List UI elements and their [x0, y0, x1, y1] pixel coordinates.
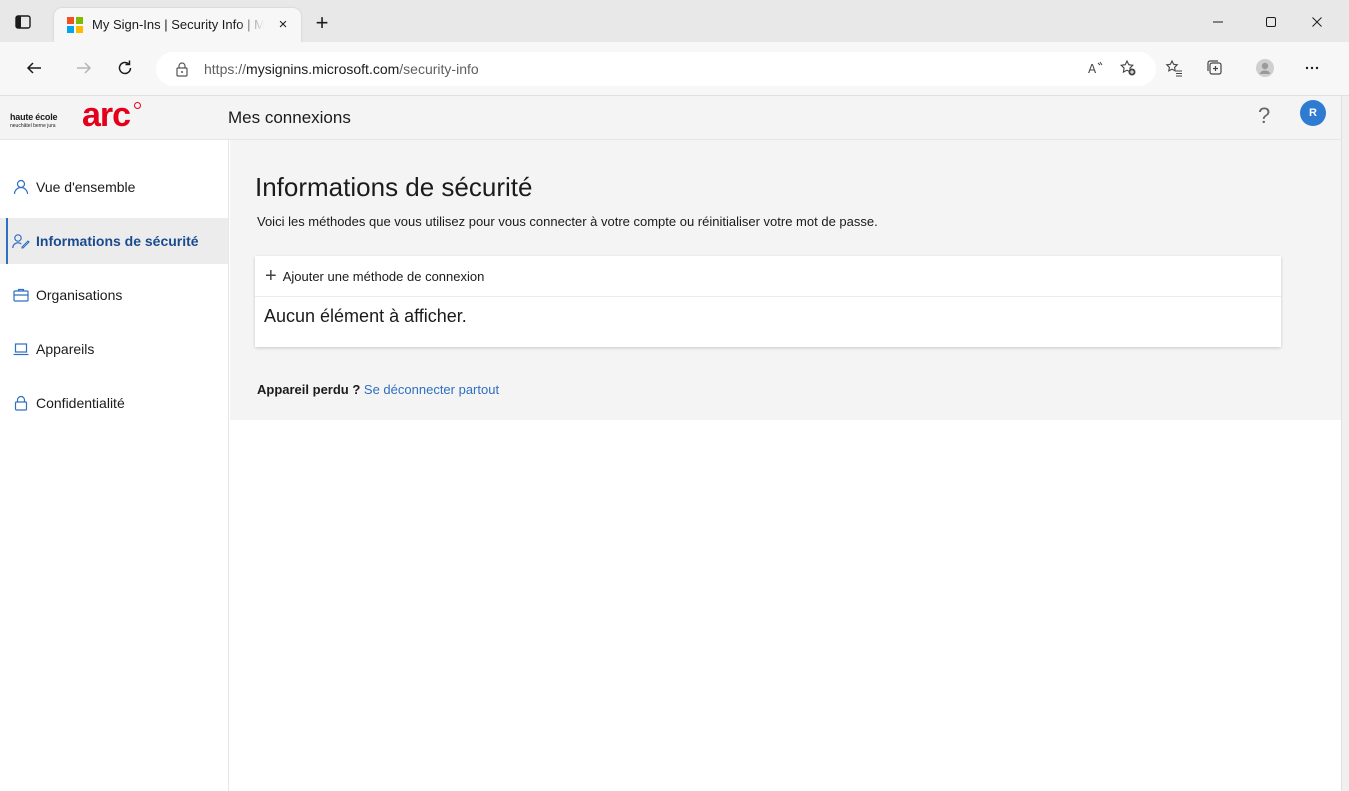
svg-text:A: A [1088, 62, 1097, 76]
app-header: haute école neuchâtel berne jura arc Mes… [0, 96, 1341, 140]
sidebar-item-label: Confidentialité [36, 395, 125, 411]
new-tab-button[interactable]: + [310, 12, 334, 36]
address-bar[interactable]: https://mysignins.microsoft.com/security… [156, 52, 1156, 86]
favorites-icon[interactable] [1162, 56, 1186, 80]
main-content: Informations de sécurité Voici les métho… [230, 140, 1341, 420]
sidebar-item-label: Appareils [36, 341, 95, 357]
lost-device-label: Appareil perdu ? [257, 382, 361, 397]
add-method-button[interactable]: + Ajouter une méthode de connexion [255, 256, 1281, 297]
collections-icon[interactable] [1203, 56, 1227, 80]
maximize-icon[interactable] [1248, 10, 1294, 34]
sidebar-item-organizations[interactable]: Organisations [0, 272, 228, 318]
empty-state-text: Aucun élément à afficher. [264, 306, 467, 326]
browser-tab[interactable]: My Sign-Ins | Security Info | Microsoft … [54, 8, 301, 42]
sidebar-item-security-info[interactable]: Informations de sécurité [0, 218, 228, 264]
plus-icon: + [265, 265, 277, 287]
sidebar-item-devices[interactable]: Appareils [0, 326, 228, 372]
haute-ecole-arc-logo[interactable]: haute école neuchâtel berne jura arc [10, 96, 150, 136]
page-title: Informations de sécurité [255, 172, 533, 202]
sidebar-item-label: Vue d'ensemble [36, 179, 136, 195]
site-lock-icon[interactable] [174, 61, 190, 77]
microsoft-favicon-icon [67, 17, 83, 33]
sidebar-nav: Vue d'ensemble Informations de sécurité … [0, 140, 229, 791]
tab-close-icon[interactable]: × [274, 16, 292, 34]
page-description: Voici les méthodes que vous utilisez pou… [257, 214, 878, 229]
tab-actions-icon[interactable] [14, 13, 32, 31]
browser-toolbar: https://mysignins.microsoft.com/security… [0, 42, 1349, 96]
add-method-label: Ajouter une méthode de connexion [282, 268, 485, 284]
browser-titlebar: My Sign-Ins | Security Info | Microsoft … [0, 0, 1349, 42]
sidebar-item-label: Organisations [36, 287, 123, 303]
sign-out-everywhere-link[interactable]: Se déconnecter partout [364, 382, 499, 397]
help-icon[interactable]: ? [1258, 103, 1270, 129]
sidebar-item-overview[interactable]: Vue d'ensemble [0, 164, 228, 210]
minimize-icon[interactable] [1195, 10, 1241, 34]
add-favorite-icon[interactable] [1116, 56, 1140, 80]
laptop-icon [12, 340, 30, 358]
tab-title: My Sign-Ins | Security Info | Microsoft [92, 17, 264, 34]
sidebar-item-privacy[interactable]: Confidentialité [0, 380, 228, 426]
person-icon [12, 178, 30, 196]
security-info-icon [12, 232, 30, 250]
account-avatar[interactable]: R [1300, 100, 1326, 126]
forward-arrow-icon[interactable] [72, 56, 96, 80]
methods-card: + Ajouter une méthode de connexion Aucun… [255, 256, 1281, 347]
more-options-icon[interactable] [1300, 56, 1324, 80]
briefcase-icon [12, 286, 30, 304]
window-close-icon[interactable] [1294, 10, 1340, 34]
refresh-icon[interactable] [113, 56, 137, 80]
profile-icon[interactable] [1253, 56, 1277, 80]
read-aloud-icon[interactable]: A [1083, 56, 1107, 80]
lost-device-section: Appareil perdu ? Se déconnecter partout [257, 382, 499, 397]
active-indicator [6, 218, 8, 264]
app-title[interactable]: Mes connexions [228, 108, 351, 128]
logo-ring-icon [134, 102, 141, 109]
back-arrow-icon[interactable] [22, 56, 46, 80]
page-scrollbar[interactable] [1341, 96, 1349, 791]
lock-icon [12, 394, 30, 412]
sidebar-item-label: Informations de sécurité [36, 233, 199, 249]
url-text: https://mysignins.microsoft.com/security… [204, 61, 479, 77]
